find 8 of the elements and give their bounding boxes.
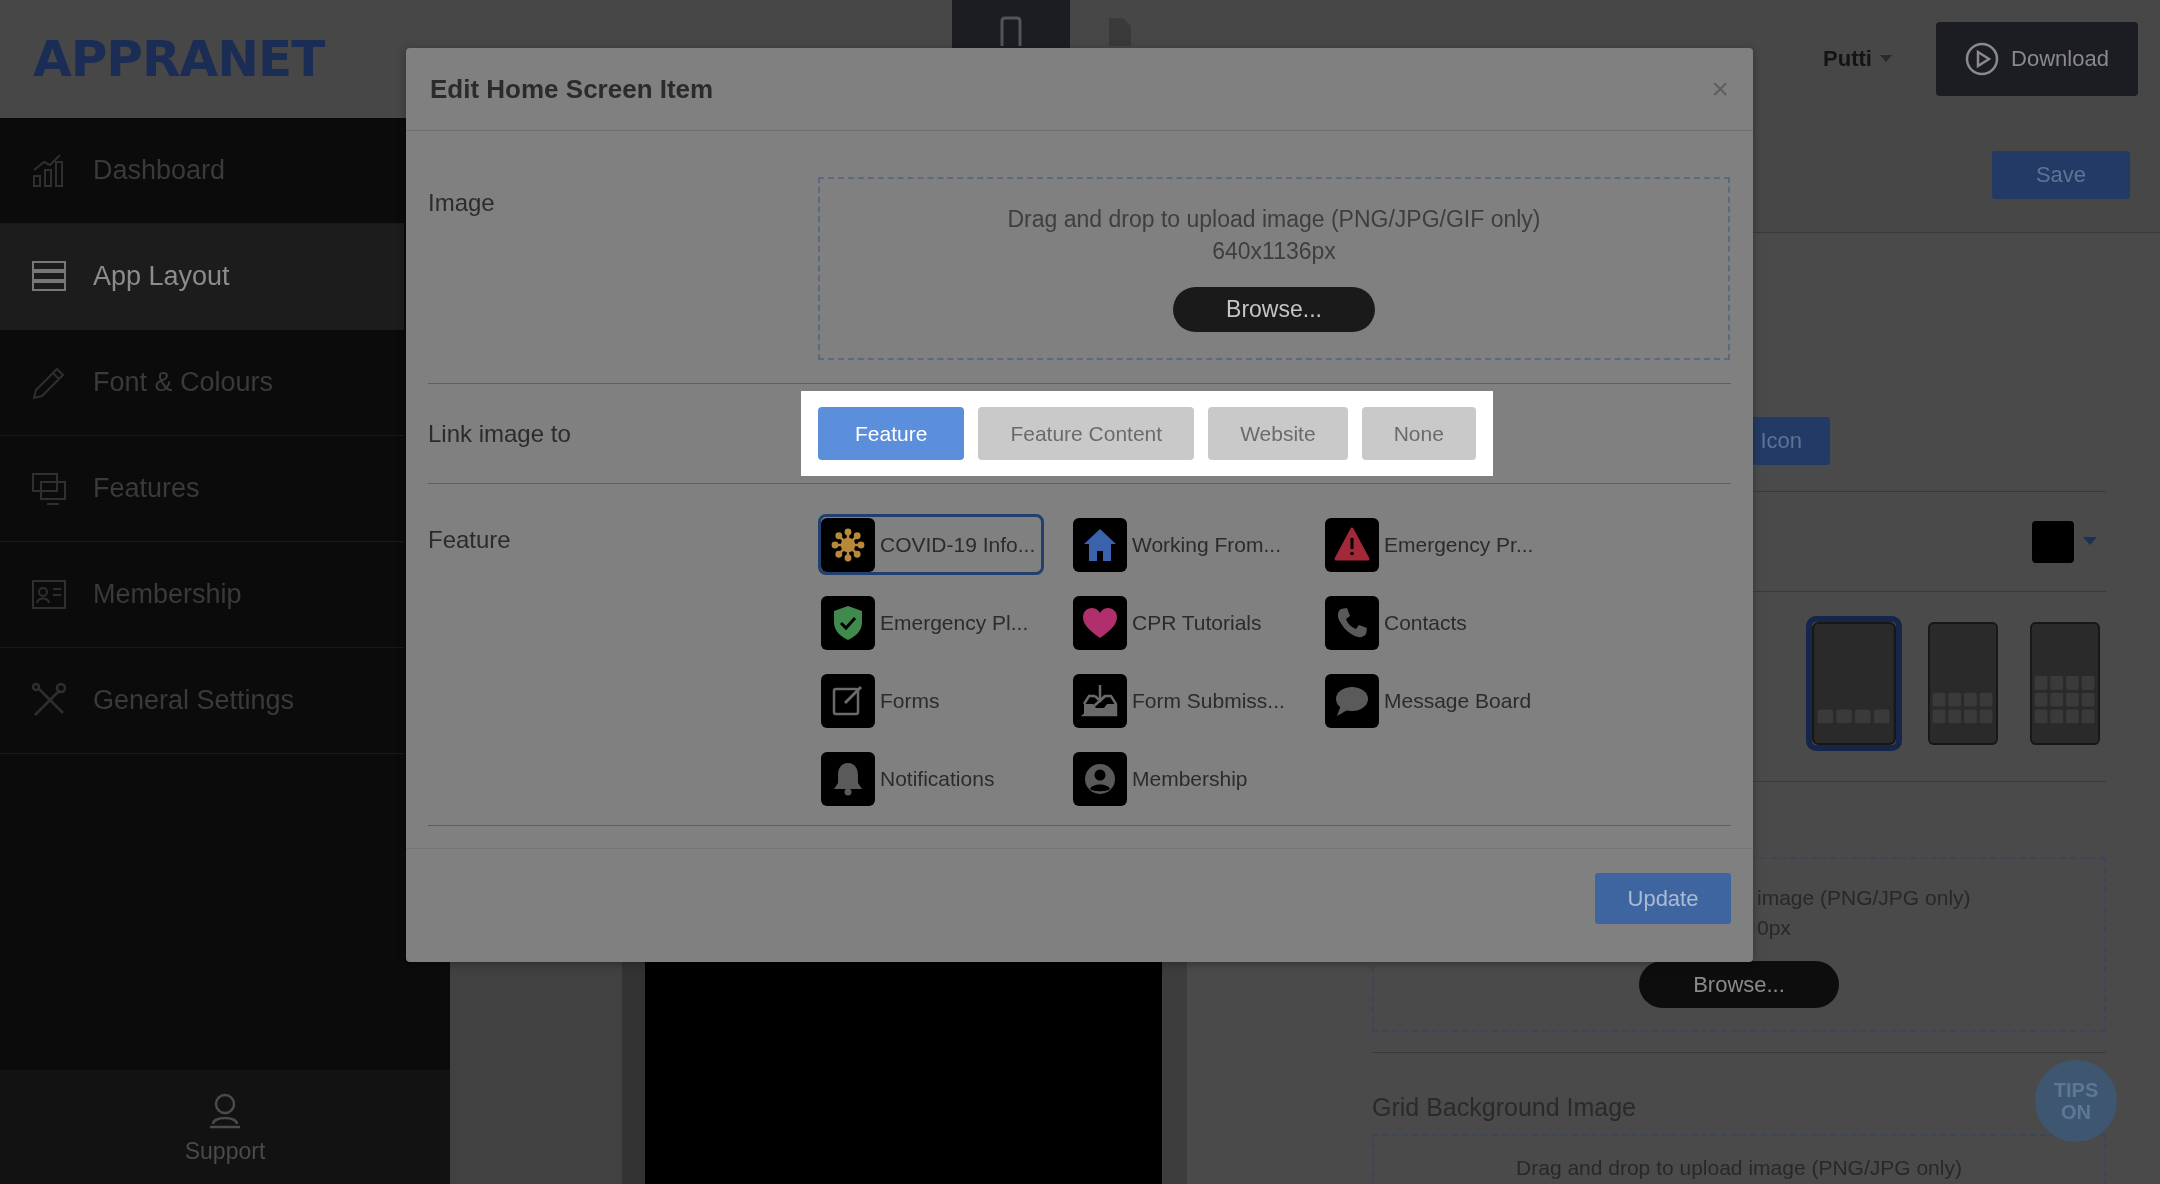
- dropzone-size: 640x1136px: [1212, 237, 1336, 266]
- field-label: Image: [428, 189, 495, 217]
- support-label: Support: [184, 1137, 266, 1165]
- sidebar-label: App Layout: [93, 261, 230, 292]
- dropzone-text: Drag and drop to upload image (PNG/JPG/GIF only): [1007, 205, 1541, 234]
- field-label: Feature: [428, 526, 511, 554]
- modal-title: Edit Home Screen Item: [430, 73, 714, 105]
- field-label: Link image to: [428, 419, 571, 448]
